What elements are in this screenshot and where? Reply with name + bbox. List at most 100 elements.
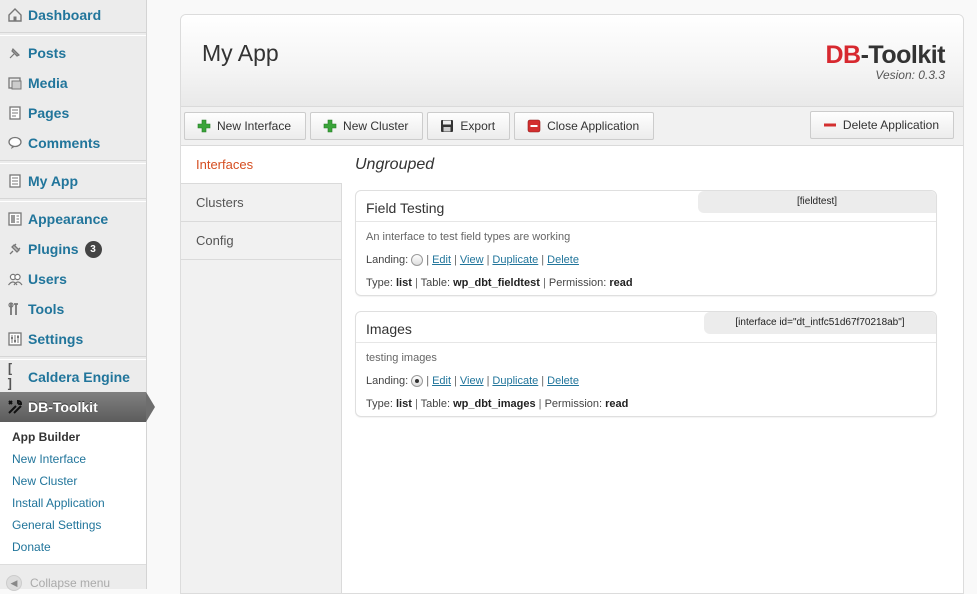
builder-tabs: Interfaces Clusters Config xyxy=(181,146,342,593)
interface-card: Images [interface id="dt_intfc51d67f7021… xyxy=(355,311,937,417)
menu-label: Users xyxy=(28,271,67,287)
menu-label: Posts xyxy=(28,45,67,61)
submenu-general-settings[interactable]: General Settings xyxy=(0,514,146,536)
dashboard-icon xyxy=(6,6,24,24)
menu-posts[interactable]: Posts xyxy=(0,38,146,68)
duplicate-link[interactable]: Duplicate xyxy=(492,254,538,266)
permission-label: Permission: xyxy=(548,277,607,289)
separator: | xyxy=(454,375,457,387)
menu-my-app[interactable]: My App xyxy=(0,166,146,196)
menu-plugins[interactable]: Plugins 3 xyxy=(0,234,146,264)
separator: | xyxy=(486,254,490,266)
permission-value: read xyxy=(609,277,633,289)
interface-title: Field Testing xyxy=(366,200,445,216)
tab-clusters[interactable]: Clusters xyxy=(181,184,341,222)
button-label: Close Application xyxy=(547,119,640,133)
button-label: New Cluster xyxy=(343,119,409,133)
submenu-install-application[interactable]: Install Application xyxy=(0,492,146,514)
interface-actions: Landing: | Edit | View | Duplicate | Del… xyxy=(366,254,926,266)
permission-value: read xyxy=(605,398,629,410)
appearance-icon xyxy=(6,210,24,228)
landing-radio[interactable] xyxy=(411,254,424,266)
collapse-menu-button[interactable]: ◀ Collapse menu xyxy=(0,565,146,591)
tab-interfaces[interactable]: Interfaces xyxy=(181,146,342,184)
page-title: My App xyxy=(202,40,279,66)
type-value: list xyxy=(395,398,412,410)
type-label: Type: xyxy=(366,398,393,410)
interfaces-list: Ungrouped Field Testing [fieldtest] An i… xyxy=(355,146,963,417)
menu-media[interactable]: Media xyxy=(0,68,146,98)
submenu-donate[interactable]: Donate xyxy=(0,536,146,558)
app-builder-panel: My App DB-Toolkit Vesion: 0.3.3 New Inte… xyxy=(180,14,964,594)
menu-label: Comments xyxy=(28,135,101,151)
app-header: My App DB-Toolkit Vesion: 0.3.3 xyxy=(181,15,963,107)
pages-icon xyxy=(6,104,24,122)
table-value: wp_dbt_fieldtest xyxy=(453,277,540,289)
brand-logo: DB-Toolkit Vesion: 0.3.3 xyxy=(825,41,945,82)
button-label: Delete Application xyxy=(842,118,939,132)
menu-separator xyxy=(0,32,146,36)
duplicate-link[interactable]: Duplicate xyxy=(492,375,538,387)
save-disk-icon xyxy=(440,119,454,133)
interface-title: Images xyxy=(366,321,412,337)
menu-label: Dashboard xyxy=(28,7,102,23)
export-button[interactable]: Export xyxy=(427,112,511,140)
view-link[interactable]: View xyxy=(460,375,484,387)
menu-tools[interactable]: Tools xyxy=(0,294,146,324)
separator: | xyxy=(541,375,545,387)
button-label: New Interface xyxy=(217,119,292,133)
brand-toolkit: -Toolkit xyxy=(860,41,946,69)
submenu-new-interface[interactable]: New Interface xyxy=(0,448,146,470)
shortcode-label: [fieldtest] xyxy=(698,191,936,213)
plus-icon xyxy=(323,119,337,133)
edit-link[interactable]: Edit xyxy=(432,254,451,266)
menu-separator xyxy=(0,160,146,164)
menu-caldera-engine[interactable]: [ ] Caldera Engine xyxy=(0,362,146,392)
separator: | xyxy=(454,254,457,266)
landing-label: Landing: xyxy=(366,254,409,266)
edit-link[interactable]: Edit xyxy=(432,375,451,387)
view-link[interactable]: View xyxy=(460,254,484,266)
menu-users[interactable]: Users xyxy=(0,264,146,294)
separator: | xyxy=(541,254,545,266)
tools-icon xyxy=(6,300,24,318)
menu-label: DB-Toolkit xyxy=(28,399,98,415)
landing-radio[interactable] xyxy=(411,375,424,387)
menu-dashboard[interactable]: Dashboard xyxy=(0,0,146,30)
menu-pages[interactable]: Pages xyxy=(0,98,146,128)
type-value: list xyxy=(395,277,412,289)
plug-icon xyxy=(6,240,24,258)
submenu-app-builder[interactable]: App Builder xyxy=(0,426,146,448)
permission-label: Permission: xyxy=(544,398,603,410)
menu-db-toolkit[interactable]: DB-Toolkit xyxy=(0,392,155,422)
button-label: Export xyxy=(460,119,496,133)
menu-label: My App xyxy=(28,173,79,189)
close-application-button[interactable]: Close Application xyxy=(514,112,655,140)
close-red-icon xyxy=(527,119,541,133)
menu-appearance[interactable]: Appearance xyxy=(0,204,146,234)
comment-icon xyxy=(6,134,24,152)
separator: | xyxy=(426,254,430,266)
menu-comments[interactable]: Comments xyxy=(0,128,146,158)
interface-meta: Type: list | Table: wp_dbt_fieldtest | P… xyxy=(366,277,926,289)
submenu-new-cluster[interactable]: New Cluster xyxy=(0,470,146,492)
menu-settings[interactable]: Settings xyxy=(0,324,146,354)
delete-application-button[interactable]: Delete Application xyxy=(809,111,954,139)
interface-card: Field Testing [fieldtest] An interface t… xyxy=(355,190,937,296)
card-body: testing images Landing: | Edit | View | … xyxy=(356,343,936,416)
settings-icon xyxy=(6,330,24,348)
menu-label: Settings xyxy=(28,331,84,347)
landing-label: Landing: xyxy=(366,375,409,387)
interface-description: testing images xyxy=(366,352,437,364)
delete-link[interactable]: Delete xyxy=(547,254,579,266)
delete-link[interactable]: Delete xyxy=(547,375,579,387)
minus-icon xyxy=(823,118,837,132)
new-cluster-button[interactable]: New Cluster xyxy=(310,112,424,140)
menu-separator xyxy=(0,198,146,202)
card-header: Images [interface id="dt_intfc51d67f7021… xyxy=(356,312,936,343)
menu-label: Plugins xyxy=(28,241,79,257)
tab-config[interactable]: Config xyxy=(181,222,341,260)
menu-separator xyxy=(0,356,146,360)
new-interface-button[interactable]: New Interface xyxy=(184,112,307,140)
menu-label: Pages xyxy=(28,105,70,121)
